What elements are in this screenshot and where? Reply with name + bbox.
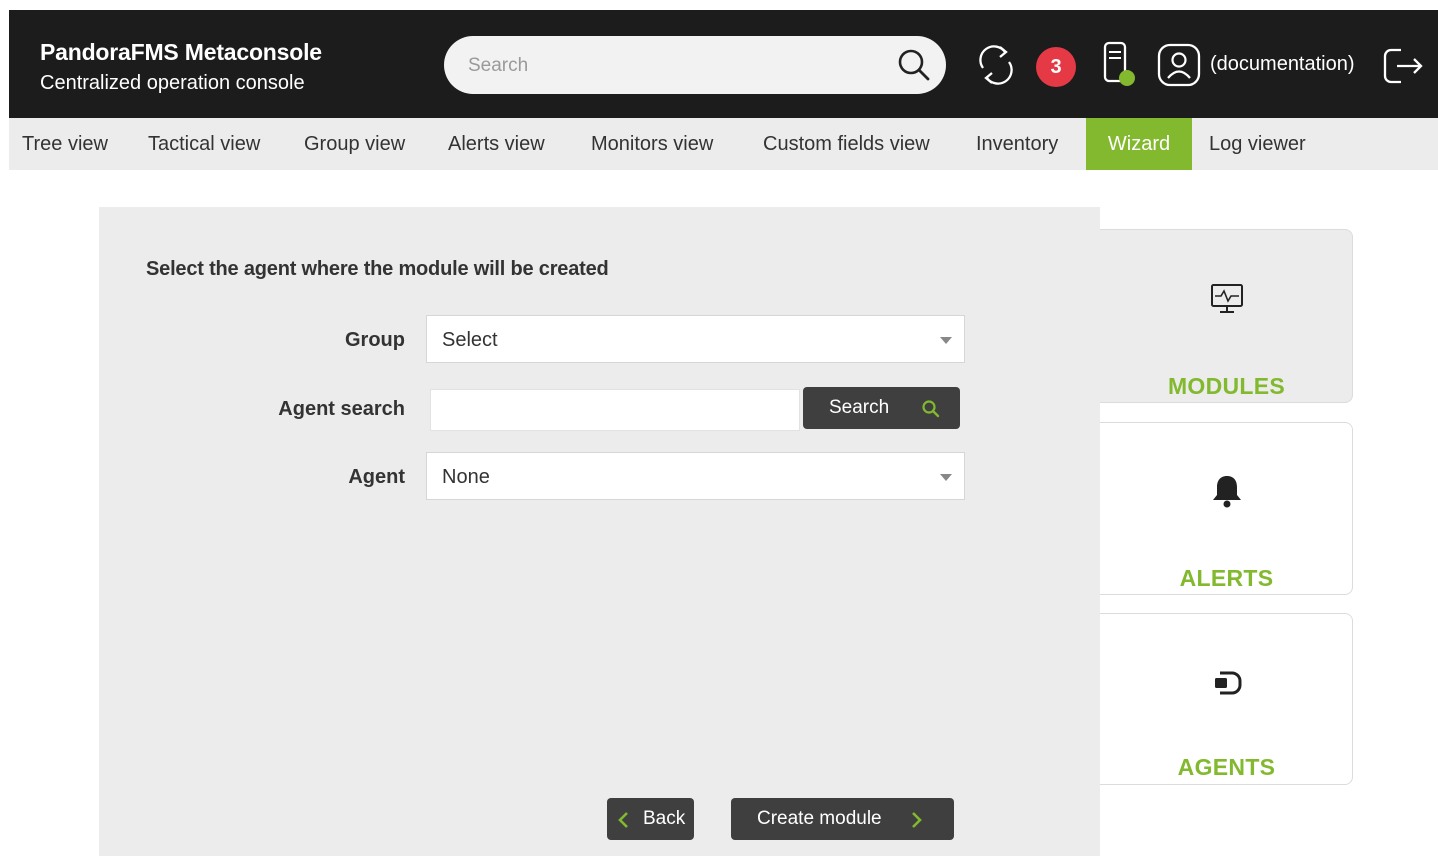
agent-icon <box>1209 666 1245 705</box>
wizard-panel: Select the agent where the module will b… <box>99 207 1100 856</box>
tab-log-viewer[interactable]: Log viewer <box>1209 118 1306 170</box>
card-alerts-label: ALERTS <box>1179 565 1274 591</box>
card-alerts[interactable]: ALERTS <box>1100 422 1353 595</box>
search-icon[interactable] <box>896 47 932 88</box>
agent-search-label: Agent search <box>278 398 405 420</box>
monitor-icon <box>1209 282 1245 321</box>
card-modules-label: MODULES <box>1167 373 1286 399</box>
back-button-label: Back <box>643 808 686 829</box>
global-search <box>444 36 946 96</box>
group-label: Group <box>345 329 405 351</box>
brand: PandoraFMS Metaconsole Centralized opera… <box>40 39 322 95</box>
app-subtitle: Centralized operation console <box>40 72 305 94</box>
card-agents-label: AGENTS <box>1177 754 1276 780</box>
chevron-down-icon <box>940 474 952 481</box>
group-select[interactable]: Select <box>426 315 965 363</box>
global-search-input[interactable] <box>466 36 890 96</box>
agent-search-button-label: Search <box>829 397 890 418</box>
create-module-button[interactable]: Create module <box>731 798 954 840</box>
back-button[interactable]: Back <box>607 798 694 840</box>
top-bar: PandoraFMS Metaconsole Centralized opera… <box>9 10 1438 118</box>
app-title: PandoraFMS Metaconsole <box>40 39 322 65</box>
server-status-icon[interactable] <box>1100 40 1140 95</box>
tab-alerts-view[interactable]: Alerts view <box>448 118 545 170</box>
tab-wizard[interactable]: Wizard <box>1086 118 1192 170</box>
refresh-icon[interactable] <box>975 38 1017 97</box>
chevron-right-icon <box>912 812 922 828</box>
tab-inventory[interactable]: Inventory <box>976 118 1058 170</box>
group-select-value: Select <box>442 329 498 351</box>
search-icon <box>922 400 940 418</box>
agent-search-button[interactable]: Search <box>803 387 960 429</box>
bell-icon <box>1209 471 1245 516</box>
agent-search-input[interactable] <box>430 389 800 431</box>
create-module-button-label: Create module <box>757 808 882 829</box>
tab-tree-view[interactable]: Tree view <box>22 118 108 170</box>
card-agents[interactable]: AGENTS <box>1100 613 1353 785</box>
card-modules[interactable]: MODULES <box>1100 229 1353 403</box>
user-name[interactable]: (documentation) <box>1210 53 1355 76</box>
logout-icon[interactable] <box>1381 46 1427 91</box>
user-icon[interactable] <box>1156 42 1202 93</box>
tab-tactical-view[interactable]: Tactical view <box>148 118 260 170</box>
nav-bar: Tree view Tactical view Group view Alert… <box>9 118 1438 170</box>
agent-select-value: None <box>442 466 490 488</box>
form-title: Select the agent where the module will b… <box>146 258 609 280</box>
notification-badge[interactable]: 3 <box>1036 47 1076 87</box>
tab-custom-fields-view[interactable]: Custom fields view <box>763 118 930 170</box>
tab-monitors-view[interactable]: Monitors view <box>591 118 713 170</box>
chevron-left-icon <box>618 812 628 828</box>
agent-select[interactable]: None <box>426 452 965 500</box>
tab-group-view[interactable]: Group view <box>304 118 405 170</box>
chevron-down-icon <box>940 337 952 344</box>
agent-label: Agent <box>348 466 405 488</box>
